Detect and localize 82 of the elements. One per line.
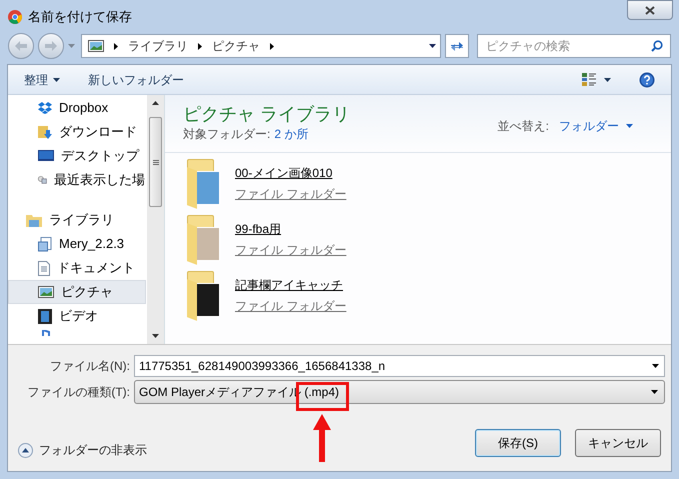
picture-icon [88, 40, 104, 52]
breadcrumb-arrow-icon [198, 42, 202, 50]
file-name-field[interactable]: 11775351_628149003993366_1656841338_n [134, 355, 665, 377]
refresh-icon [450, 40, 464, 52]
search-field[interactable]: ピクチャの検索 [477, 34, 671, 58]
cancel-button[interactable]: キャンセル [575, 429, 661, 457]
breadcrumb-arrow-icon [270, 42, 274, 50]
download-folder-icon [38, 125, 52, 139]
document-icon [38, 260, 50, 276]
folder-type-link[interactable]: ファイル フォルダー [235, 240, 346, 258]
folder-type-link[interactable]: ファイル フォルダー [235, 296, 346, 314]
dropdown-caret-icon [604, 78, 611, 82]
library-folder-icon [26, 214, 42, 226]
file-type-label: ファイルの種類(T): [26, 384, 131, 401]
history-caret-icon [68, 44, 75, 48]
nav-item[interactable]: ライブラリ [8, 208, 146, 232]
scroll-up-icon [152, 101, 159, 105]
help-icon[interactable] [639, 72, 655, 88]
folder-type-link[interactable]: ファイル フォルダー [235, 184, 346, 202]
sort-dropdown[interactable]: フォルダー [559, 117, 633, 135]
nav-item[interactable]: ビデオ [8, 304, 146, 328]
dropbox-icon [38, 102, 52, 114]
back-arrow-icon [15, 41, 27, 51]
nav-item[interactable]: ドキュメント [8, 256, 146, 280]
nav-item[interactable]: ダウンロード [8, 120, 146, 144]
save-button[interactable]: 保存(S) [475, 429, 561, 457]
desktop-icon [38, 150, 54, 162]
nav-item[interactable]: デスクトップ [8, 144, 146, 168]
library-title: ピクチャ ライブラリ [183, 103, 350, 125]
nav-item-label: Dropbox [59, 99, 108, 118]
nav-item-label: 最近表示した場 [54, 171, 145, 190]
dropdown-caret-icon [652, 364, 659, 368]
scrollbar[interactable] [147, 95, 164, 344]
folder-icon [187, 271, 221, 319]
sort-label: 並べ替え: [498, 118, 549, 135]
refresh-button[interactable] [445, 34, 469, 58]
hide-folders-button[interactable]: フォルダーの非表示 [18, 441, 147, 459]
view-options-button[interactable] [582, 73, 611, 86]
nav-item-label: ビデオ [59, 307, 98, 326]
address-bar[interactable]: ライブラリ ピクチャ [81, 34, 441, 58]
nav-item-label: ライブラリ [49, 211, 114, 230]
folder-icon [187, 159, 221, 207]
film-icon [38, 308, 52, 324]
breadcrumb-arrow-icon [114, 42, 118, 50]
nav-item-label: ピクチャ [61, 283, 113, 302]
nav-item-label: Mery_2.2.3 [59, 235, 124, 254]
file-name-label: ファイル名(N): [49, 358, 131, 375]
nav-item[interactable]: Dropbox [8, 96, 146, 120]
nav-item[interactable]: Mery_2.2.3 [8, 232, 146, 256]
nav-item[interactable]: 最近表示した場 [8, 168, 146, 192]
nav-item-label: ドキュメント [57, 259, 135, 278]
forward-arrow-icon [45, 41, 57, 51]
nav-item-label: ダウンロード [59, 123, 137, 142]
view-list-icon [582, 73, 596, 86]
breadcrumb[interactable]: ピクチャ [212, 37, 260, 55]
scroll-down-icon [152, 334, 159, 338]
folder-name-link[interactable]: 00-メイン画像010 [235, 164, 346, 182]
annotation-arrow [313, 414, 331, 462]
nav-item-label: デスクトップ [61, 147, 139, 166]
close-icon [645, 6, 655, 14]
search-icon [651, 40, 663, 52]
scroll-thumb[interactable] [149, 117, 162, 207]
dropdown-caret-icon [626, 124, 633, 128]
breadcrumb[interactable]: ライブラリ [128, 37, 188, 55]
nav-item[interactable]: ピクチャ [8, 280, 146, 304]
grip-icon [152, 160, 158, 164]
close-button[interactable] [627, 0, 673, 20]
picture-icon [38, 286, 54, 298]
includes-label: 対象フォルダー: [183, 126, 270, 143]
collapse-icon [18, 442, 33, 458]
dropdown-caret-icon [53, 78, 60, 82]
folder-icon [187, 215, 221, 263]
folder-name-link[interactable]: 記事欄アイキャッチ [235, 276, 346, 294]
window-title: 名前を付けて保存 [28, 8, 132, 26]
browser-logo-icon [8, 10, 22, 24]
new-folder-button[interactable]: 新しいフォルダー [88, 70, 184, 88]
folder-name-link[interactable]: 99-fba用 [235, 220, 346, 238]
application-icon [38, 236, 52, 252]
dropdown-caret-icon [429, 44, 436, 48]
includes-link[interactable]: 2 か所 [274, 125, 308, 143]
dropdown-caret-icon [651, 390, 658, 394]
organize-button[interactable]: 整理 [24, 70, 60, 88]
